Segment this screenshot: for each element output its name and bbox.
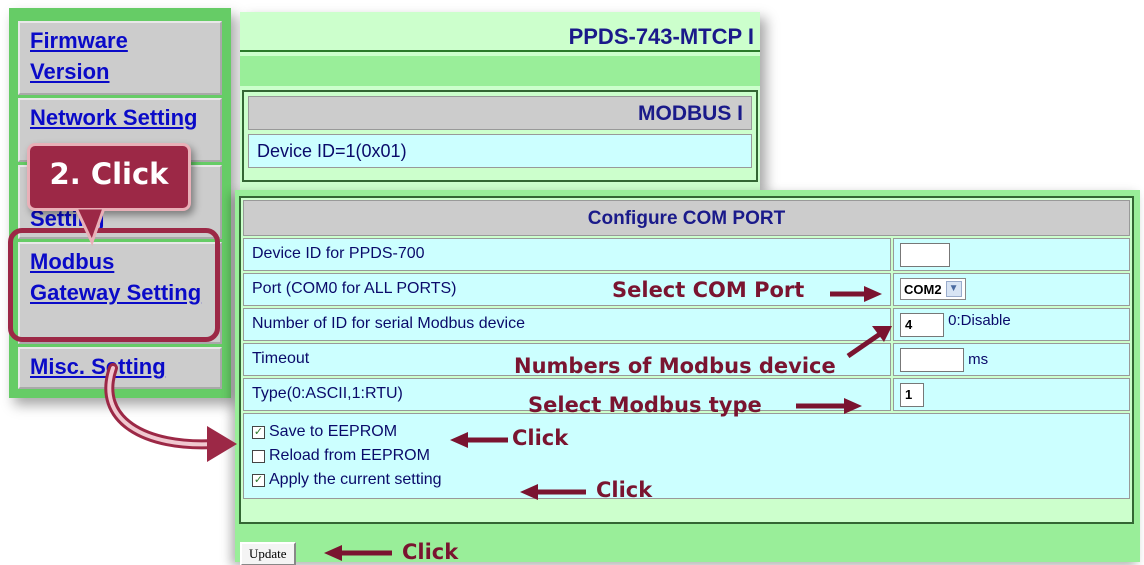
update-button[interactable]: Update: [240, 542, 296, 565]
arrow-left-icon: [450, 432, 508, 448]
checkbox-reload-eeprom[interactable]: [252, 449, 265, 463]
page-band: [240, 56, 760, 86]
value-num-id: 4 0:Disable: [893, 308, 1130, 341]
annotation-num-devices: Numbers of Modbus device: [514, 354, 836, 378]
value-device-id: [893, 238, 1130, 271]
annotation-click-update: Click: [402, 540, 459, 564]
label-num-id: Number of ID for serial Modbus device: [243, 308, 891, 341]
arrow-left-icon: [520, 484, 586, 500]
highlight-ring: [8, 228, 220, 342]
nav-item-firmware[interactable]: Firmware Version: [18, 21, 222, 95]
curved-arrow-icon: [104, 363, 237, 462]
num-id-hint: 0:Disable: [948, 311, 1011, 329]
port-select[interactable]: COM2 ▼: [900, 278, 966, 300]
callout-step-2: 2. Click: [27, 143, 191, 211]
value-port: COM2 ▼: [893, 273, 1130, 306]
options-group: ✓ Save to EEPROM Reload from EEPROM ✓ Ap…: [243, 413, 1130, 499]
page-title: PPDS-743-MTCP I: [568, 24, 754, 49]
annotation-select-com: Select COM Port: [612, 278, 805, 302]
nav-link-network[interactable]: Network Setting: [30, 102, 210, 133]
timeout-unit: ms: [968, 350, 989, 368]
annotation-click-save: Click: [512, 426, 569, 450]
background-page: PPDS-743-MTCP I MODBUS I Device ID=1(0x0…: [240, 12, 760, 190]
arrow-left-icon: [324, 545, 392, 561]
arrow-right-icon: [796, 398, 862, 414]
num-id-input[interactable]: 4: [900, 313, 944, 337]
device-id-input[interactable]: [900, 243, 950, 267]
configure-header: Configure COM PORT: [243, 200, 1130, 236]
checkbox-apply-setting[interactable]: ✓: [252, 473, 265, 487]
arrow-right-icon: [830, 286, 882, 302]
timeout-input[interactable]: [900, 348, 964, 372]
modbus-info-header: MODBUS I: [248, 96, 752, 130]
modbus-info-table: MODBUS I Device ID=1(0x01): [242, 90, 758, 182]
callout-pointer-icon: [74, 208, 106, 246]
chevron-down-icon[interactable]: ▼: [945, 281, 962, 297]
type-input[interactable]: 1: [900, 383, 924, 407]
nav-link-firmware[interactable]: Firmware Version: [30, 25, 210, 87]
option-save-eeprom[interactable]: ✓ Save to EEPROM: [252, 420, 1121, 444]
value-timeout: ms: [893, 343, 1130, 376]
device-id-readout: Device ID=1(0x01): [248, 134, 752, 168]
row-num-id: Number of ID for serial Modbus device 4 …: [243, 308, 1130, 341]
page-title-bar: PPDS-743-MTCP I: [240, 12, 760, 52]
option-reload-eeprom[interactable]: Reload from EEPROM: [252, 444, 1121, 468]
label-device-id: Device ID for PPDS-700: [243, 238, 891, 271]
row-device-id: Device ID for PPDS-700: [243, 238, 1130, 271]
value-type: 1: [893, 378, 1130, 411]
arrow-up-right-icon: [846, 326, 892, 358]
annotation-click-apply: Click: [596, 478, 653, 502]
annotation-select-type: Select Modbus type: [528, 393, 762, 417]
option-apply-setting[interactable]: ✓ Apply the current setting: [252, 468, 1121, 492]
checkbox-save-eeprom[interactable]: ✓: [252, 425, 265, 439]
